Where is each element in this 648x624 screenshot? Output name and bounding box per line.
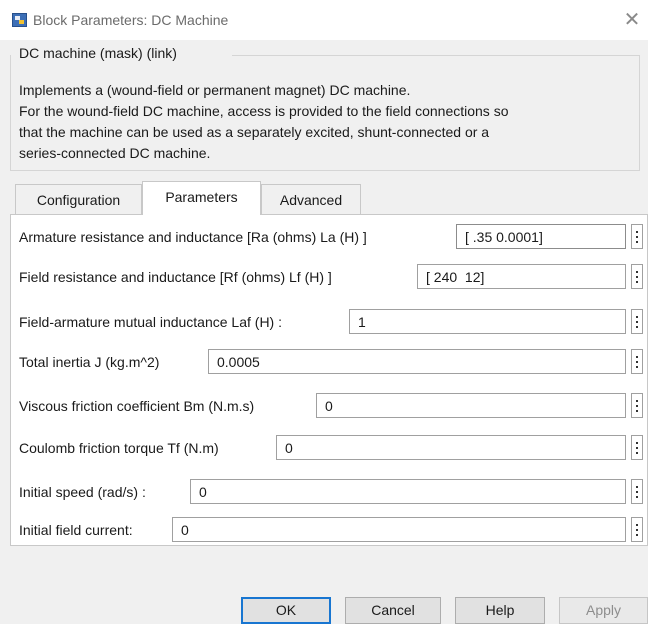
total-inertia-input[interactable] bbox=[208, 349, 626, 374]
cancel-button[interactable]: Cancel bbox=[345, 597, 441, 624]
coulomb-friction-input[interactable] bbox=[276, 435, 626, 460]
viscous-friction-input[interactable] bbox=[316, 393, 626, 418]
tab-advanced[interactable]: Advanced bbox=[261, 184, 361, 214]
tab-configuration[interactable]: Configuration bbox=[15, 184, 142, 214]
window-title: Block Parameters: DC Machine bbox=[33, 12, 229, 28]
field-param-menu-icon[interactable] bbox=[631, 264, 643, 289]
total-inertia-menu-icon[interactable] bbox=[631, 349, 643, 374]
apply-button[interactable]: Apply bbox=[559, 597, 648, 624]
param-label-total-inertia: Total inertia J (kg.m^2) bbox=[19, 354, 160, 370]
initial-speed-menu-icon[interactable] bbox=[631, 479, 643, 504]
group-divider bbox=[232, 55, 640, 56]
armature-param-menu-icon[interactable] bbox=[631, 224, 643, 249]
param-label-initial-speed: Initial speed (rad/s) : bbox=[19, 484, 146, 500]
tab-parameters[interactable]: Parameters bbox=[142, 181, 261, 215]
coulomb-friction-menu-icon[interactable] bbox=[631, 435, 643, 460]
param-label-armature-resistance-inductance: Armature resistance and inductance [Ra (… bbox=[19, 229, 367, 245]
description-line: that the machine can be used as a separa… bbox=[19, 124, 490, 140]
field-resistance-inductance-input[interactable] bbox=[417, 264, 626, 289]
viscous-friction-menu-icon[interactable] bbox=[631, 393, 643, 418]
initial-field-current-input[interactable] bbox=[172, 517, 626, 542]
title-bar: Block Parameters: DC Machine ✕ bbox=[0, 0, 648, 40]
description-line: series-connected DC machine. bbox=[19, 145, 211, 161]
param-label-initial-field-current: Initial field current: bbox=[19, 522, 133, 538]
simulink-block-icon bbox=[12, 13, 27, 27]
description-line: Implements a (wound-field or permanent m… bbox=[19, 82, 411, 98]
mutual-inductance-menu-icon[interactable] bbox=[631, 309, 643, 334]
ok-button[interactable]: OK bbox=[241, 597, 331, 624]
param-label-coulomb-friction: Coulomb friction torque Tf (N.m) bbox=[19, 440, 219, 456]
param-label-mutual-inductance: Field-armature mutual inductance Laf (H)… bbox=[19, 314, 282, 330]
param-label-viscous-friction: Viscous friction coefficient Bm (N.m.s) bbox=[19, 398, 255, 414]
description-group-title: DC machine (mask) (link) bbox=[19, 45, 181, 61]
close-icon[interactable]: ✕ bbox=[622, 10, 642, 30]
help-button[interactable]: Help bbox=[455, 597, 545, 624]
initial-field-current-menu-icon[interactable] bbox=[631, 517, 643, 542]
armature-resistance-inductance-input[interactable] bbox=[456, 224, 626, 249]
description-line: For the wound-field DC machine, access i… bbox=[19, 103, 509, 119]
initial-speed-input[interactable] bbox=[190, 479, 626, 504]
description-text: Implements a (wound-field or permanent m… bbox=[19, 80, 634, 164]
mutual-inductance-input[interactable] bbox=[349, 309, 626, 334]
param-label-field-resistance-inductance: Field resistance and inductance [Rf (ohm… bbox=[19, 269, 332, 285]
